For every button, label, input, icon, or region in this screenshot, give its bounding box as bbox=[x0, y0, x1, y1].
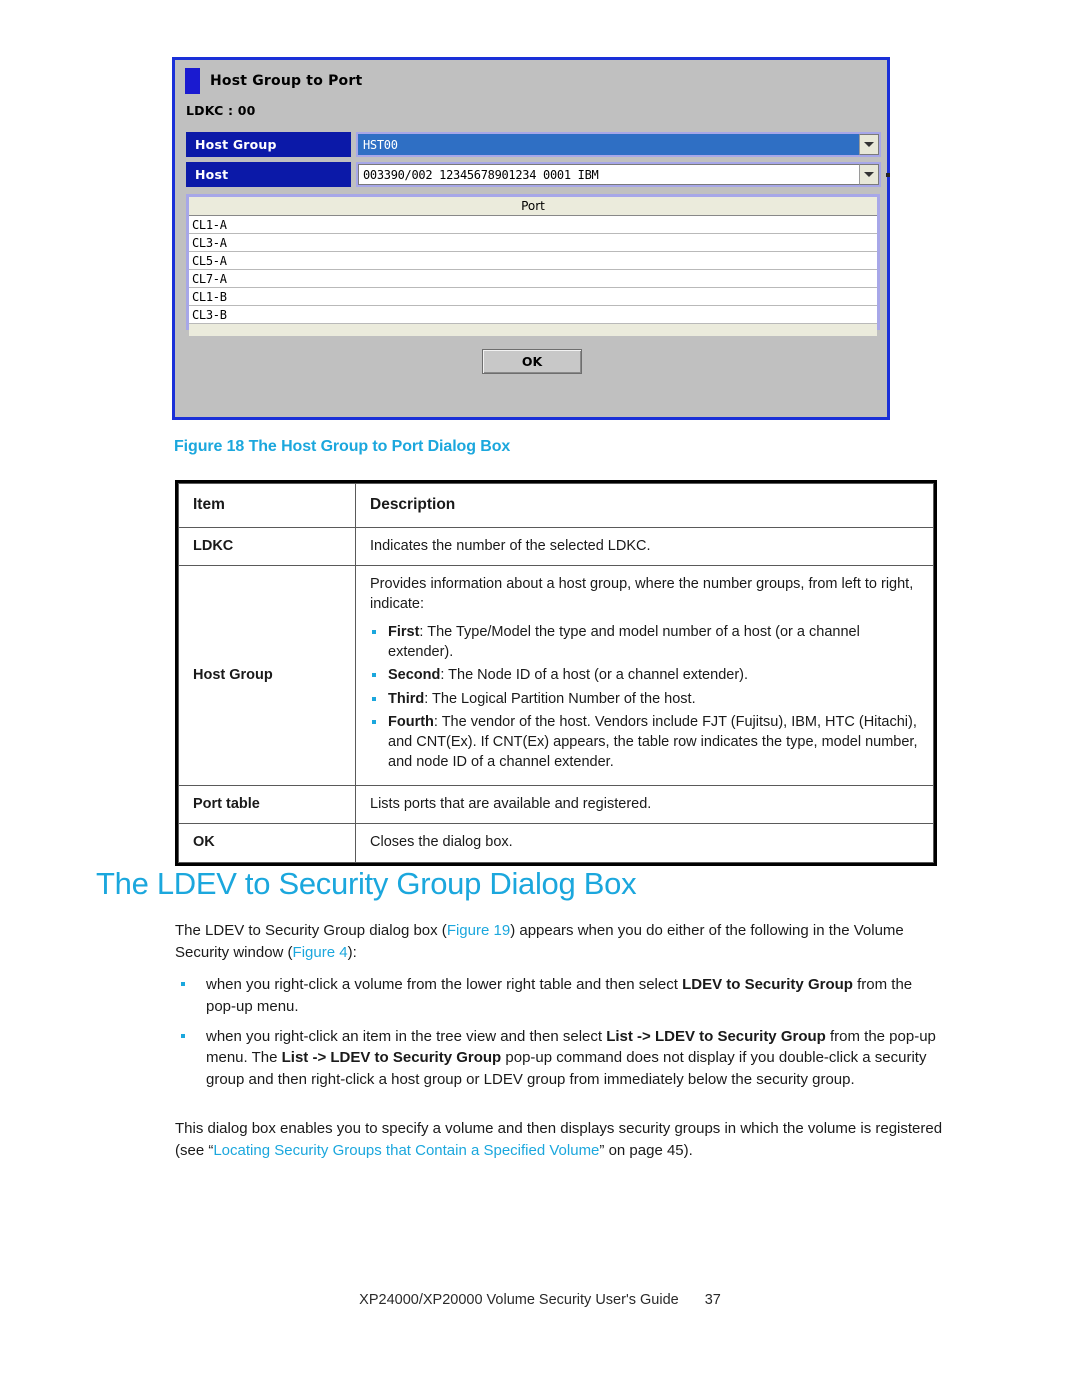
row-item-label: OK bbox=[178, 823, 356, 863]
section-bullet-list: when you right-click a volume from the l… bbox=[175, 974, 943, 1099]
list-item: First: The Type/Model the type and model… bbox=[370, 622, 919, 663]
ok-button[interactable]: OK bbox=[482, 349, 582, 374]
row-item-label: LDKC bbox=[178, 526, 356, 567]
chevron-down-icon[interactable] bbox=[859, 164, 879, 185]
port-table-row[interactable]: CL1-A bbox=[189, 216, 877, 234]
host-value: 003390/002 12345678901234 0001 IBM bbox=[358, 164, 859, 185]
dialog-titlebar: Host Group to Port bbox=[185, 68, 362, 94]
row-description: Closes the dialog box. bbox=[355, 823, 934, 863]
bullet-text: : The Node ID of a host (or a channel ex… bbox=[440, 667, 749, 684]
intro-paragraph: The LDEV to Security Group dialog box (F… bbox=[175, 920, 943, 964]
table-row: Port table Lists ports that are availabl… bbox=[178, 784, 934, 825]
column-header-item: Item bbox=[178, 483, 356, 528]
footer-title: XP24000/XP20000 Volume Security User's G… bbox=[359, 1292, 679, 1308]
bullet2-bold2: List -> LDEV to Security Group bbox=[281, 1049, 502, 1067]
bullet-lead: Fourth bbox=[388, 713, 434, 730]
column-header-description: Description bbox=[355, 483, 934, 528]
bullet-lead: Second bbox=[388, 667, 441, 684]
item-description-table: Item Description LDKC Indicates the numb… bbox=[175, 480, 937, 866]
bullet2-bold1: List -> LDEV to Security Group bbox=[606, 1027, 826, 1045]
bullet-text: : The vendor of the host. Vendors includ… bbox=[388, 713, 918, 771]
list-item: Third: The Logical Partition Number of t… bbox=[370, 689, 919, 709]
bullet-text: : The Type/Model the type and model numb… bbox=[388, 623, 860, 660]
chevron-down-icon[interactable] bbox=[859, 134, 879, 155]
ldkc-label: LDKC : 00 bbox=[186, 103, 256, 118]
table-row: LDKC Indicates the number of the selecte… bbox=[178, 526, 934, 567]
row-description: Provides information about a host group,… bbox=[355, 565, 934, 786]
host-group-field-row: Host Group HST00 bbox=[186, 132, 881, 157]
port-table-row[interactable]: CL1-B bbox=[189, 288, 877, 306]
figure-caption: Figure 18 The Host Group to Port Dialog … bbox=[174, 438, 511, 455]
host-combobox[interactable]: 003390/002 12345678901234 0001 IBM bbox=[356, 162, 881, 187]
bullet-lead: Third bbox=[388, 690, 425, 707]
host-field-row: Host 003390/002 12345678901234 0001 IBM bbox=[186, 162, 881, 187]
list-item: Second: The Node ID of a host (or a chan… bbox=[370, 665, 919, 685]
port-table[interactable]: Port CL1-A CL3-A CL5-A CL7-A CL1-B CL3-B bbox=[186, 194, 880, 336]
dialog-title: Host Group to Port bbox=[210, 73, 363, 89]
table-row: Host Group Provides information about a … bbox=[178, 565, 934, 786]
bullet1-part1: when you right-click a volume from the l… bbox=[206, 976, 683, 993]
final-paragraph: This dialog box enables you to specify a… bbox=[175, 1118, 943, 1162]
locating-security-groups-link[interactable]: Locating Security Groups that Contain a … bbox=[213, 1142, 599, 1159]
port-table-empty-area bbox=[189, 324, 877, 336]
bullet1-bold1: LDEV to Security Group bbox=[682, 976, 853, 993]
intro-text-part1: The LDEV to Security Group dialog box ( bbox=[175, 922, 447, 939]
list-item: when you right-click an item in the tree… bbox=[175, 1026, 943, 1091]
row-description: Indicates the number of the selected LDK… bbox=[355, 526, 934, 567]
table-row: OK Closes the dialog box. bbox=[178, 823, 934, 863]
port-table-row[interactable]: CL3-A bbox=[189, 234, 877, 252]
final-text-part2: ” on page 45). bbox=[599, 1141, 693, 1159]
bullet2-part1: when you right-click an item in the tree… bbox=[206, 1027, 607, 1045]
bullet-lead: First bbox=[388, 623, 420, 640]
host-group-label: Host Group bbox=[186, 132, 351, 157]
stray-dot-artifact bbox=[886, 173, 890, 177]
host-group-combobox[interactable]: HST00 bbox=[356, 132, 881, 157]
host-group-value: HST00 bbox=[358, 134, 859, 155]
port-table-row[interactable]: CL7-A bbox=[189, 270, 877, 288]
page-number: 37 bbox=[704, 1292, 721, 1308]
list-item: Fourth: The vendor of the host. Vendors … bbox=[370, 712, 919, 773]
row-description: Lists ports that are available and regis… bbox=[355, 784, 934, 825]
dialog-icon bbox=[185, 68, 200, 94]
figure-4-link[interactable]: Figure 4 bbox=[293, 944, 348, 961]
row-item-label: Host Group bbox=[178, 565, 356, 786]
port-table-header: Port bbox=[189, 197, 877, 216]
list-item: when you right-click a volume from the l… bbox=[175, 974, 943, 1018]
host-label: Host bbox=[186, 162, 351, 187]
host-group-to-port-dialog: Host Group to Port LDKC : 00 Host Group … bbox=[172, 57, 890, 420]
table-header-row: Item Description bbox=[178, 483, 934, 528]
page-title: The LDEV to Security Group Dialog Box bbox=[96, 866, 637, 901]
bullet-text: : The Logical Partition Number of the ho… bbox=[424, 690, 696, 707]
page-footer: XP24000/XP20000 Volume Security User's G… bbox=[0, 1292, 1080, 1308]
port-table-row[interactable]: CL5-A bbox=[189, 252, 877, 270]
intro-text-part3: ): bbox=[347, 943, 357, 961]
figure-19-link[interactable]: Figure 19 bbox=[447, 922, 510, 939]
port-table-row[interactable]: CL3-B bbox=[189, 306, 877, 324]
host-group-bullet-list: First: The Type/Model the type and model… bbox=[370, 622, 919, 773]
row-item-label: Port table bbox=[178, 784, 356, 825]
host-group-intro-text: Provides information about a host group,… bbox=[370, 576, 914, 613]
